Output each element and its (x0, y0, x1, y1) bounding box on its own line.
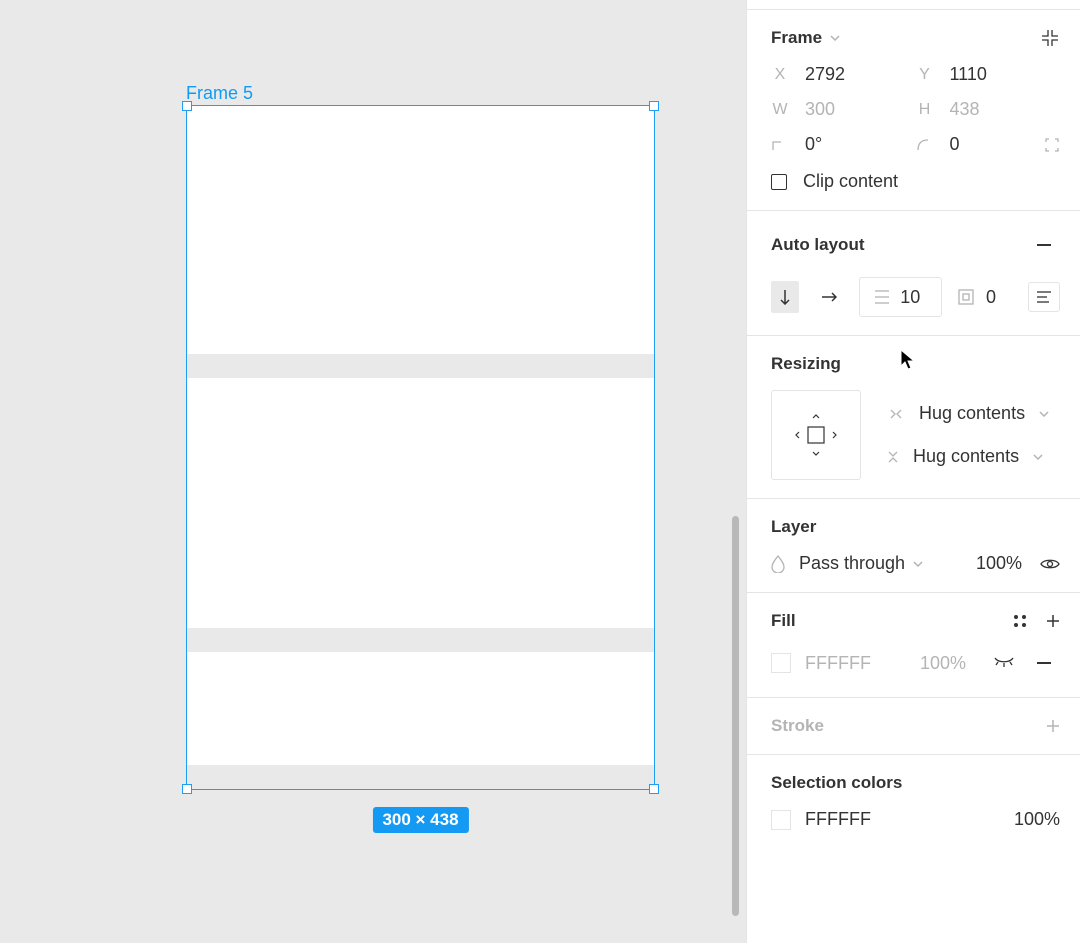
selection-swatch[interactable] (771, 810, 791, 830)
clip-content-label: Clip content (803, 171, 898, 192)
add-fill-button[interactable] (1046, 614, 1060, 628)
fill-hex-input[interactable]: FFFFFF (805, 653, 906, 674)
fill-opacity-input[interactable]: 100% (920, 653, 966, 674)
collapse-icon[interactable] (1040, 28, 1060, 48)
fill-title: Fill (771, 611, 796, 631)
resize-handle-br[interactable] (649, 784, 659, 794)
fill-section: Fill FFFFFF 100% (747, 593, 1080, 698)
frame-child[interactable] (187, 765, 654, 789)
height-input[interactable]: H438 (916, 99, 1061, 120)
width-input[interactable]: W300 (771, 99, 916, 120)
direction-horizontal-button[interactable] (815, 281, 843, 313)
frame-section: Frame X2792 Y1110 W300 H438 0° (747, 10, 1080, 211)
blend-mode-dropdown[interactable]: Pass through (799, 553, 923, 574)
spacing-icon (874, 290, 890, 304)
layer-section: Layer Pass through 100% (747, 499, 1080, 593)
corner-radius-icon (916, 138, 934, 152)
selection-opacity[interactable]: 100% (1014, 809, 1060, 830)
resize-handle-bl[interactable] (182, 784, 192, 794)
spacing-input[interactable]: 10 (859, 277, 942, 317)
frame-child[interactable] (187, 354, 654, 378)
inspector-panel: Frame X2792 Y1110 W300 H438 0° (746, 0, 1080, 943)
rotation-input[interactable]: 0° (771, 134, 916, 155)
stroke-section: Stroke (747, 698, 1080, 755)
resizing-section: Resizing Hug contents (747, 336, 1080, 499)
rotation-icon (771, 138, 789, 152)
fill-swatch[interactable] (771, 653, 791, 673)
padding-icon (958, 289, 974, 305)
selection-hex[interactable]: FFFFFF (805, 809, 1000, 830)
selection-colors-section: Selection colors FFFFFF 100% (747, 755, 1080, 836)
resize-constraints-widget[interactable] (771, 390, 861, 480)
corner-radius-input[interactable]: 0 (916, 134, 1061, 155)
eye-closed-icon[interactable] (994, 657, 1014, 669)
scrollbar-thumb[interactable] (732, 516, 739, 916)
x-input[interactable]: X2792 (771, 64, 916, 85)
width-resizing-dropdown[interactable]: Hug contents (887, 403, 1049, 424)
resize-handle-tl[interactable] (182, 101, 192, 111)
auto-layout-title: Auto layout (771, 235, 865, 255)
blend-mode-icon (771, 555, 785, 573)
y-input[interactable]: Y1110 (916, 64, 1061, 85)
remove-auto-layout-button[interactable] (1028, 229, 1060, 261)
style-picker-icon[interactable] (1012, 613, 1028, 629)
dimensions-badge: 300 × 438 (372, 807, 468, 833)
padding-input[interactable]: 0 (958, 287, 996, 308)
layer-title: Layer (771, 517, 1060, 537)
resizing-title: Resizing (771, 354, 1060, 374)
selected-frame[interactable]: 300 × 438 (186, 105, 655, 790)
frame-label[interactable]: Frame 5 (186, 83, 253, 104)
layer-opacity-input[interactable]: 100% (976, 553, 1022, 574)
remove-fill-button[interactable] (1028, 647, 1060, 679)
height-resizing-dropdown[interactable]: Hug contents (887, 446, 1049, 467)
hug-vertical-icon (887, 448, 899, 466)
add-stroke-button[interactable] (1046, 719, 1060, 733)
frame-section-title: Frame (771, 28, 822, 48)
clip-content-checkbox[interactable]: Clip content (771, 171, 1060, 192)
hug-horizontal-icon (887, 408, 905, 420)
frame-child[interactable] (187, 628, 654, 652)
stroke-title: Stroke (771, 716, 824, 736)
alignment-icon[interactable] (1028, 282, 1060, 312)
resize-handle-tr[interactable] (649, 101, 659, 111)
eye-icon[interactable] (1040, 557, 1060, 571)
direction-vertical-button[interactable] (771, 281, 799, 313)
selection-colors-title: Selection colors (771, 773, 1060, 793)
canvas[interactable]: Frame 5 300 × 438 (0, 0, 746, 943)
independent-corners-icon[interactable] (1044, 137, 1060, 153)
auto-layout-section: Auto layout 10 0 (747, 211, 1080, 336)
chevron-down-icon[interactable] (830, 35, 840, 41)
